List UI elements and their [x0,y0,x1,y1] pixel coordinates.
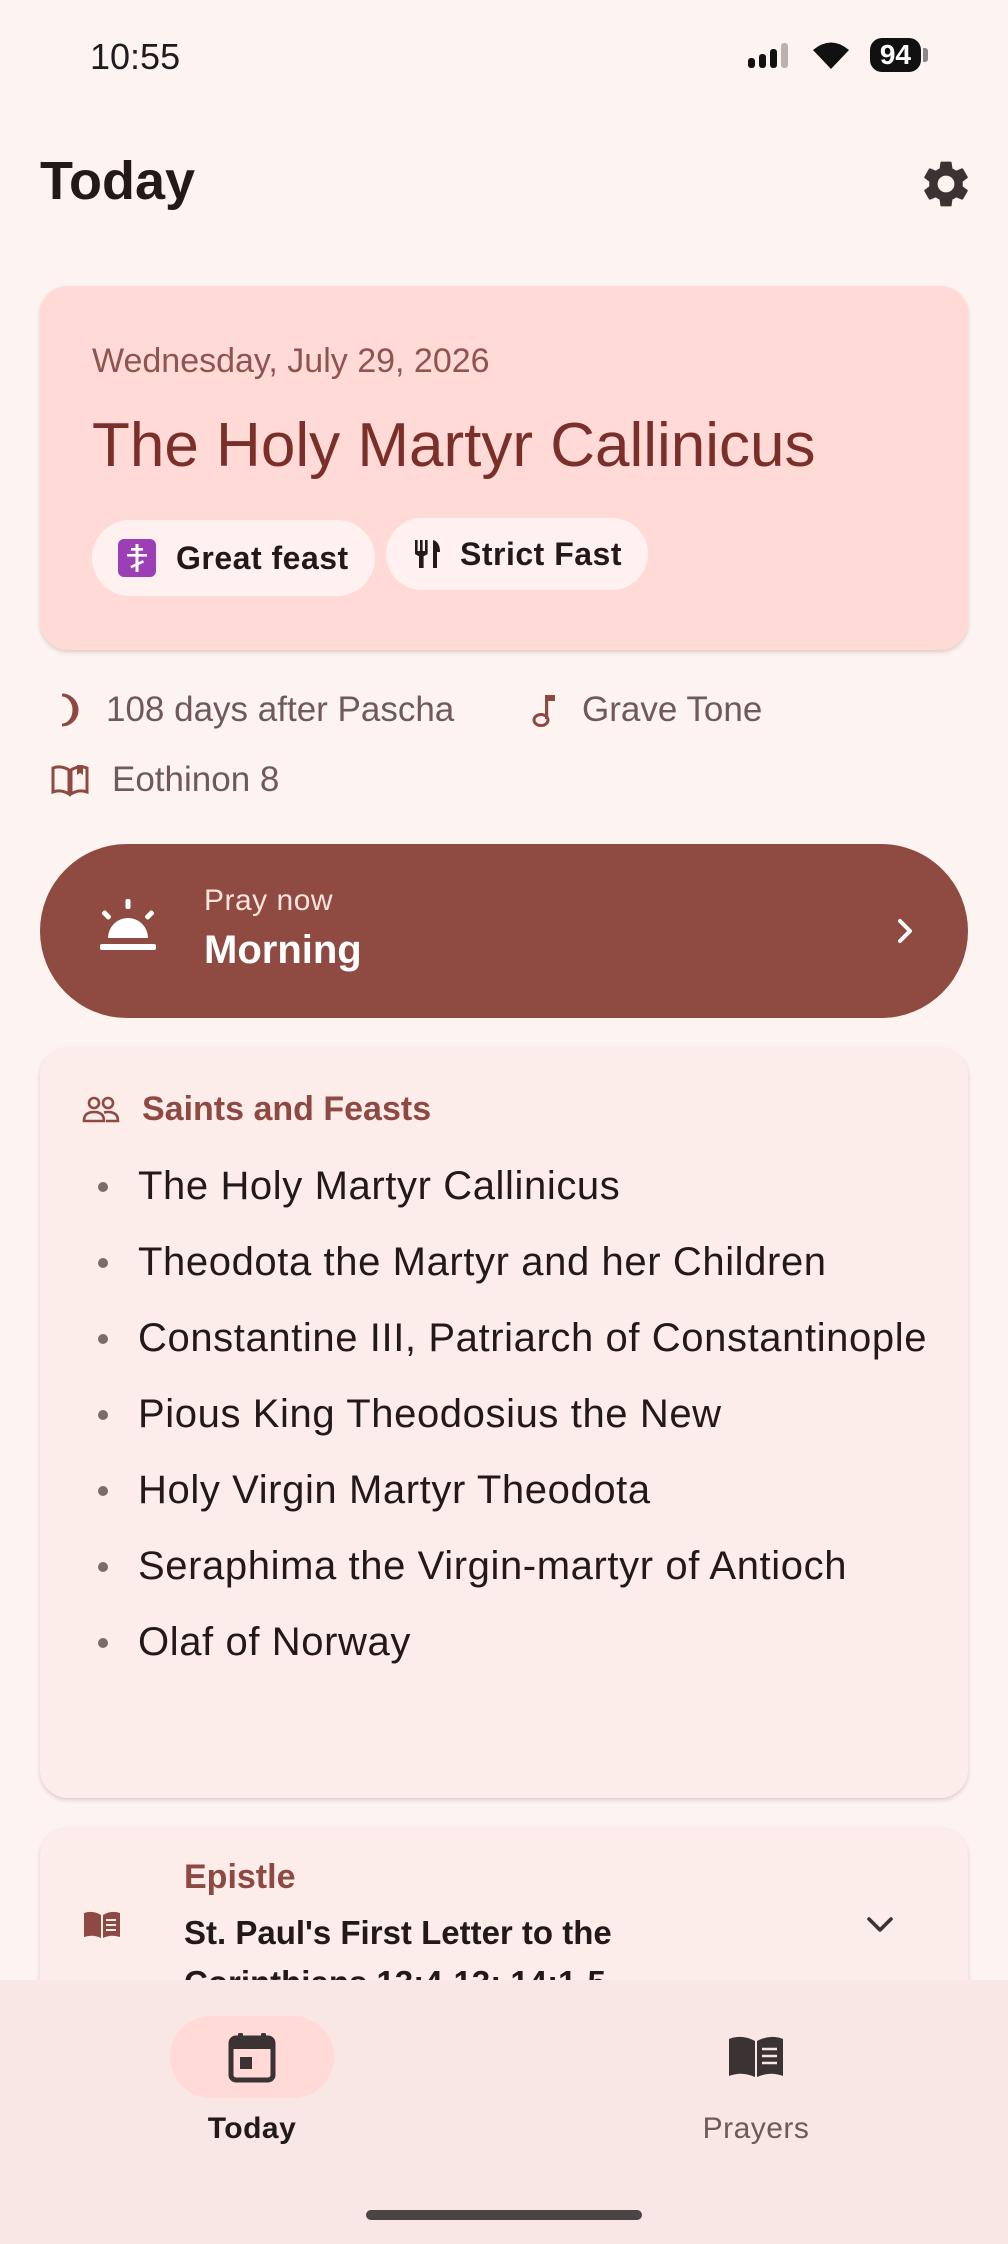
book-icon [84,1911,120,1938]
battery-level: 94 [869,38,921,72]
eothinon-info: Eothinon 8 [50,760,279,800]
nav-prayers[interactable]: Prayers [656,2016,856,2146]
strict-fast-chip[interactable]: Strict Fast [386,518,648,590]
status-icons: 94 [746,38,928,72]
saint-item: Seraphima the Virgin-martyr of Antioch [80,1538,940,1594]
tone-info: Grave Tone [530,690,762,730]
saint-item: Constantine III, Patriarch of Constantin… [80,1310,940,1366]
page-title: Today [40,151,196,211]
feast-title: The Holy Martyr Callinicus [92,411,816,480]
saint-item: Holy Virgin Martyr Theodota [80,1462,940,1518]
wifi-icon [812,42,849,69]
pray-service-label: Morning [204,928,362,972]
fork-knife-icon [415,540,440,568]
sunrise-icon [100,899,156,950]
signal-icon [747,43,788,68]
gear-icon [924,161,968,207]
feast-date: Wednesday, July 29, 2026 [92,342,490,380]
battery-tip [923,48,928,62]
nav-today-pill[interactable] [170,2016,334,2098]
saint-item: Theodota the Martyr and her Children [80,1234,940,1290]
home-indicator[interactable] [366,2210,642,2220]
nav-prayers-pill[interactable] [674,2016,838,2098]
nav-today-label: Today [207,2112,297,2145]
saint-item: The Holy Martyr Callinicus [80,1158,940,1214]
nav-today[interactable]: Today [152,2016,352,2146]
music-note-icon [532,695,555,727]
book-icon [729,2036,783,2077]
pray-now-button[interactable]: Pray now Morning [40,844,968,1018]
status-bar: 10:55 94 [0,0,1008,110]
saints-card: Saints and Feasts The Holy Martyr Callin… [40,1048,968,1798]
moon-icon [61,693,79,727]
eothinon-text: Eothinon 8 [112,760,280,799]
great-feast-chip[interactable]: Great feast [92,520,375,596]
saints-header-label: Saints and Feasts [142,1090,432,1128]
people-icon [82,1096,120,1122]
open-book-icon [51,765,89,797]
pascha-text: 108 days after Pascha [106,690,455,729]
pray-now-label: Pray now [204,884,334,917]
status-time: 10:55 [90,36,181,77]
strict-fast-label: Strict Fast [460,535,622,572]
calendar-icon [228,2033,276,2083]
feast-card[interactable]: Wednesday, July 29, 2026 The Holy Martyr… [40,286,968,650]
great-feast-label: Great feast [176,539,349,576]
saints-header: Saints and Feasts [82,1090,431,1129]
orthodox-cross-icon [118,539,156,577]
saints-list: The Holy Martyr Callinicus Theodota the … [80,1158,940,1690]
today-screen: 10:55 94 Today Wednesday, July 29, 2026 [0,0,1008,2244]
chevron-right-icon [898,919,912,943]
nav-prayers-label: Prayers [702,2112,810,2145]
tone-text: Grave Tone [582,690,763,729]
saint-item: Pious King Theodosius the New [80,1386,940,1442]
bottom-nav: Today Prayers [0,1980,1008,2244]
battery-icon: 94 [869,38,928,72]
epistle-label: Epistle [184,1858,296,1896]
pascha-info: 108 days after Pascha [54,690,454,730]
settings-button[interactable] [916,154,976,214]
chevron-down-icon[interactable] [862,1910,898,1940]
saint-item: Olaf of Norway [80,1614,940,1670]
